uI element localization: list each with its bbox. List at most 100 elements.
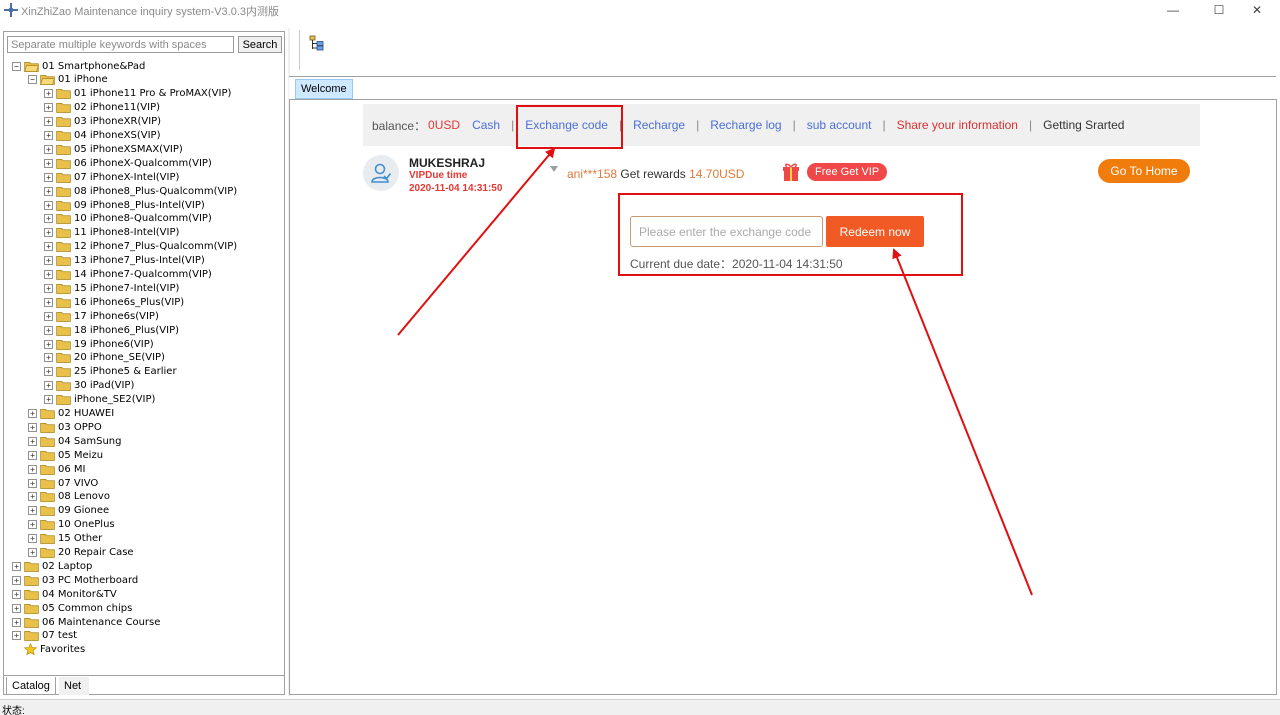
tree-item[interactable]: +06 Maintenance Course: [12, 615, 160, 629]
expand-icon[interactable]: +: [28, 422, 37, 432]
exchange-code-link[interactable]: Exchange code: [525, 118, 608, 132]
recharge-log-link[interactable]: Recharge log: [710, 118, 781, 132]
tree-item[interactable]: +03 iPhoneXR(VIP): [44, 115, 161, 129]
collapse-icon[interactable]: −: [12, 61, 21, 71]
expand-icon[interactable]: +: [12, 603, 21, 613]
tree-item[interactable]: +11 iPhone8-Intel(VIP): [44, 226, 179, 240]
expand-icon[interactable]: +: [44, 353, 53, 363]
tree-item[interactable]: +14 iPhone7-Qualcomm(VIP): [44, 268, 212, 282]
tree-item[interactable]: +01 iPhone11 Pro & ProMAX(VIP): [44, 87, 231, 101]
search-input[interactable]: [7, 36, 234, 53]
tree-item[interactable]: +13 iPhone7_Plus-Intel(VIP): [44, 254, 205, 268]
expand-icon[interactable]: +: [44, 256, 53, 266]
tree-item[interactable]: +07 VIVO: [28, 476, 98, 490]
expand-icon[interactable]: +: [44, 325, 53, 335]
tree-item[interactable]: +07 test: [12, 629, 77, 643]
redeem-now-button[interactable]: Redeem now: [826, 216, 924, 247]
tree-item[interactable]: +05 Common chips: [12, 601, 132, 615]
caret-down-icon[interactable]: [550, 166, 558, 172]
expand-icon[interactable]: +: [44, 395, 53, 405]
expand-icon[interactable]: +: [12, 561, 21, 571]
expand-icon[interactable]: +: [44, 117, 53, 127]
tree-item[interactable]: +02 iPhone11(VIP): [44, 101, 160, 115]
expand-icon[interactable]: +: [28, 436, 37, 446]
minimize-button[interactable]: —: [1150, 0, 1196, 20]
expand-icon[interactable]: +: [28, 492, 37, 502]
expand-icon[interactable]: +: [44, 242, 53, 252]
expand-icon[interactable]: +: [44, 89, 53, 99]
expand-icon[interactable]: +: [44, 103, 53, 113]
tree-item[interactable]: +04 iPhoneXS(VIP): [44, 129, 160, 143]
tree-item[interactable]: +06 iPhoneX-Qualcomm(VIP): [44, 156, 212, 170]
tree-item[interactable]: Favorites: [12, 643, 85, 657]
expand-icon[interactable]: +: [12, 631, 21, 641]
tree-item[interactable]: +20 Repair Case: [28, 546, 134, 560]
tree-item[interactable]: +30 iPad(VIP): [44, 379, 134, 393]
tree-item[interactable]: +09 iPhone8_Plus-Intel(VIP): [44, 198, 205, 212]
expand-icon[interactable]: +: [28, 478, 37, 488]
tree-item[interactable]: +05 iPhoneXSMAX(VIP): [44, 142, 183, 156]
tree-item[interactable]: +08 iPhone8_Plus-Qualcomm(VIP): [44, 184, 237, 198]
tree-item[interactable]: +19 iPhone6(VIP): [44, 337, 154, 351]
close-button[interactable]: ✕: [1234, 0, 1280, 20]
tree-item[interactable]: +07 iPhoneX-Intel(VIP): [44, 170, 179, 184]
expand-icon[interactable]: +: [44, 297, 53, 307]
expand-icon[interactable]: +: [44, 339, 53, 349]
free-get-vip-button[interactable]: Free Get VIP: [807, 163, 888, 181]
tab-welcome[interactable]: Welcome: [295, 79, 353, 99]
expand-icon[interactable]: +: [44, 214, 53, 224]
tree-item[interactable]: +04 SamSung: [28, 434, 122, 448]
expand-icon[interactable]: +: [44, 367, 53, 377]
tree-item[interactable]: +02 Laptop: [12, 559, 92, 573]
tree-item[interactable]: +05 Meizu: [28, 448, 103, 462]
tree-item[interactable]: + iPhone_SE2(VIP): [44, 393, 155, 407]
tree-item[interactable]: +18 iPhone6_Plus(VIP): [44, 323, 179, 337]
tree-view-icon[interactable]: [309, 35, 325, 51]
tab-catalog[interactable]: Catalog: [6, 677, 56, 695]
expand-icon[interactable]: +: [28, 534, 37, 544]
tree-item[interactable]: +03 PC Motherboard: [12, 573, 138, 587]
tree-item[interactable]: +08 Lenovo: [28, 490, 110, 504]
expand-icon[interactable]: +: [44, 158, 53, 168]
tree-item[interactable]: +12 iPhone7_Plus-Qualcomm(VIP): [44, 240, 237, 254]
go-to-home-button[interactable]: Go To Home: [1098, 159, 1190, 183]
expand-icon[interactable]: +: [12, 589, 21, 599]
tree-item[interactable]: +17 iPhone6s(VIP): [44, 309, 159, 323]
expand-icon[interactable]: +: [28, 450, 37, 460]
expand-icon[interactable]: +: [44, 311, 53, 321]
tree-item[interactable]: +10 iPhone8-Qualcomm(VIP): [44, 212, 212, 226]
search-button[interactable]: Search: [238, 36, 282, 53]
expand-icon[interactable]: +: [44, 283, 53, 293]
expand-icon[interactable]: +: [44, 381, 53, 391]
recharge-link[interactable]: Recharge: [633, 118, 685, 132]
tree-item[interactable]: − 01 Smartphone&Pad: [12, 59, 145, 73]
expand-icon[interactable]: +: [44, 200, 53, 210]
expand-icon[interactable]: +: [28, 409, 37, 418]
tree-item[interactable]: +20 iPhone_SE(VIP): [44, 351, 165, 365]
getting-started-link[interactable]: Getting Srarted: [1043, 118, 1124, 132]
expand-icon[interactable]: +: [12, 575, 21, 585]
expand-icon[interactable]: +: [44, 228, 53, 238]
exchange-code-input[interactable]: [630, 216, 823, 247]
tree-item[interactable]: +16 iPhone6s_Plus(VIP): [44, 295, 184, 309]
tree-item[interactable]: +15 iPhone7-Intel(VIP): [44, 281, 179, 295]
tree-item[interactable]: +06 MI: [28, 462, 85, 476]
tree-item[interactable]: +03 OPPO: [28, 420, 102, 434]
tree-item[interactable]: +02 HUAWEI: [28, 407, 114, 421]
expand-icon[interactable]: +: [44, 172, 53, 182]
expand-icon[interactable]: +: [44, 270, 53, 279]
cash-link[interactable]: Cash: [472, 118, 500, 132]
expand-icon[interactable]: +: [28, 520, 37, 530]
tree-item[interactable]: +10 OnePlus: [28, 518, 115, 532]
expand-icon[interactable]: +: [12, 617, 21, 627]
share-information-link[interactable]: Share your information: [897, 118, 1018, 132]
expand-icon[interactable]: +: [44, 186, 53, 196]
tree-item[interactable]: +09 Gionee: [28, 504, 109, 518]
expand-icon[interactable]: +: [28, 548, 37, 557]
expand-icon[interactable]: +: [28, 464, 37, 474]
tab-net[interactable]: Net: [59, 677, 89, 695]
tree-item[interactable]: +04 Monitor&TV: [12, 587, 117, 601]
collapse-icon[interactable]: −: [28, 75, 37, 85]
tree-item[interactable]: − 01 iPhone: [28, 73, 108, 87]
expand-icon[interactable]: +: [44, 144, 53, 154]
